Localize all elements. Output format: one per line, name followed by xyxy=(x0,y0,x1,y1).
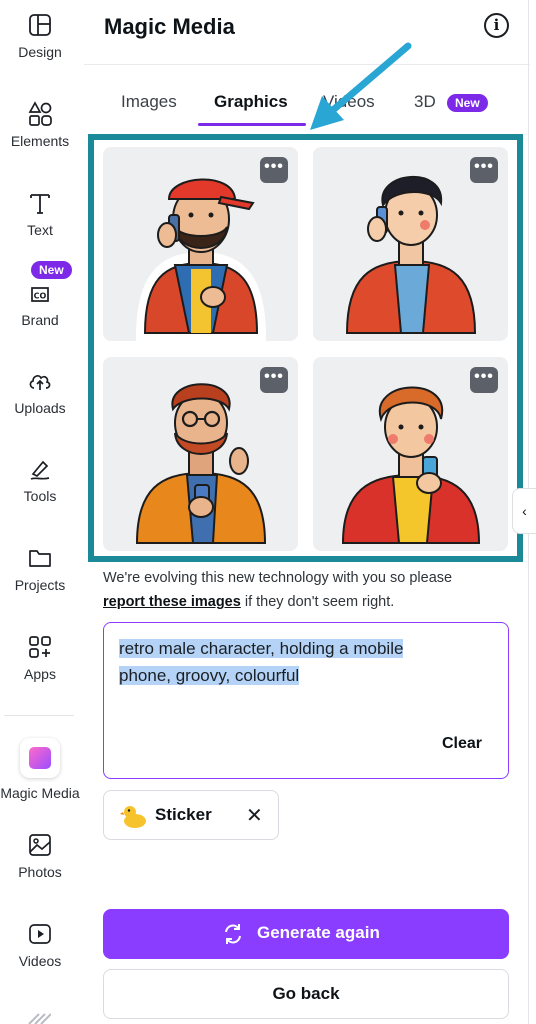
generate-again-button[interactable]: Generate again xyxy=(103,909,509,959)
sidebar-item-label: Apps xyxy=(24,666,56,682)
sidebar-item-label: Videos xyxy=(18,953,62,969)
sidebar-divider xyxy=(4,715,74,716)
new-badge: New xyxy=(447,94,488,112)
go-back-button[interactable]: Go back xyxy=(103,969,509,1019)
more-options-button[interactable]: ••• xyxy=(260,367,288,393)
sidebar-item-label: Brand xyxy=(21,312,59,328)
sidebar-item-design[interactable]: Design xyxy=(0,12,80,60)
cloud-upload-icon xyxy=(29,375,51,390)
magic-media-icon xyxy=(20,738,60,778)
more-options-button[interactable]: ••• xyxy=(470,367,498,393)
sidebar-item-label: Photos xyxy=(18,864,62,880)
active-tab-indicator xyxy=(198,123,306,126)
more-tools-icon[interactable] xyxy=(27,1008,51,1024)
result-image[interactable]: ••• xyxy=(313,357,508,551)
sidebar-item-uploads[interactable]: Uploads xyxy=(0,368,80,416)
more-options-button[interactable]: ••• xyxy=(260,157,288,183)
svg-text:CO: CO xyxy=(34,292,47,301)
layout-icon xyxy=(29,14,51,36)
video-icon xyxy=(29,924,51,944)
style-chip-sticker[interactable]: Sticker ✕ xyxy=(103,790,279,840)
info-icon[interactable]: i xyxy=(484,13,509,38)
sidebar-item-tools[interactable]: Tools xyxy=(0,456,80,504)
remove-style-icon[interactable]: ✕ xyxy=(246,803,263,828)
refresh-icon xyxy=(225,924,241,944)
clear-button[interactable]: Clear xyxy=(442,735,482,753)
left-sidebar: Design Elements Text New CO Brand Upload… xyxy=(0,0,80,1024)
sidebar-item-label: Text xyxy=(27,222,53,238)
panel-title: Magic Media xyxy=(104,14,235,39)
apps-icon xyxy=(29,636,51,658)
sidebar-item-label: Elements xyxy=(10,133,70,149)
collapse-panel-button[interactable]: ‹ xyxy=(512,488,536,534)
sidebar-item-text[interactable]: Text xyxy=(0,190,80,238)
result-image[interactable]: ••• xyxy=(103,147,298,341)
new-badge: New xyxy=(31,261,72,279)
folder-icon xyxy=(29,550,51,567)
feedback-notice: We're evolving this new technology with … xyxy=(103,570,453,610)
sidebar-item-label: Tools xyxy=(23,488,57,504)
sidebar-item-videos[interactable]: Videos xyxy=(0,921,80,969)
sidebar-item-brand[interactable]: CO Brand xyxy=(0,280,80,328)
sidebar-item-projects[interactable]: Projects xyxy=(0,545,80,593)
style-chip-label: Sticker xyxy=(155,805,212,824)
photo-icon xyxy=(29,834,51,856)
brand-icon: CO xyxy=(31,287,49,302)
result-image[interactable]: ••• xyxy=(103,357,298,551)
sidebar-item-apps[interactable]: Apps xyxy=(0,634,80,682)
generate-again-label: Generate again xyxy=(257,923,380,942)
sidebar-item-label: Uploads xyxy=(14,400,66,416)
sidebar-item-label: Projects xyxy=(14,577,66,593)
more-options-button[interactable]: ••• xyxy=(470,157,498,183)
pen-tool-icon xyxy=(30,460,50,480)
sidebar-item-magic-media[interactable]: Magic Media xyxy=(0,738,80,801)
sidebar-item-label: Magic Media xyxy=(0,785,80,801)
report-images-link[interactable]: report these images xyxy=(103,594,241,610)
annotation-arrow-icon xyxy=(310,42,412,130)
tab-graphics[interactable]: Graphics xyxy=(214,92,288,112)
prompt-input[interactable]: retro male character, holding a mobile p… xyxy=(103,622,509,779)
tab-images[interactable]: Images xyxy=(121,92,177,112)
result-image[interactable]: ••• xyxy=(313,147,508,341)
prompt-text[interactable]: retro male character, holding a mobile p… xyxy=(119,635,449,689)
text-icon xyxy=(30,194,50,214)
sidebar-item-photos[interactable]: Photos xyxy=(0,832,80,880)
sidebar-item-label: Design xyxy=(18,44,62,60)
rubber-duck-icon xyxy=(120,806,146,828)
